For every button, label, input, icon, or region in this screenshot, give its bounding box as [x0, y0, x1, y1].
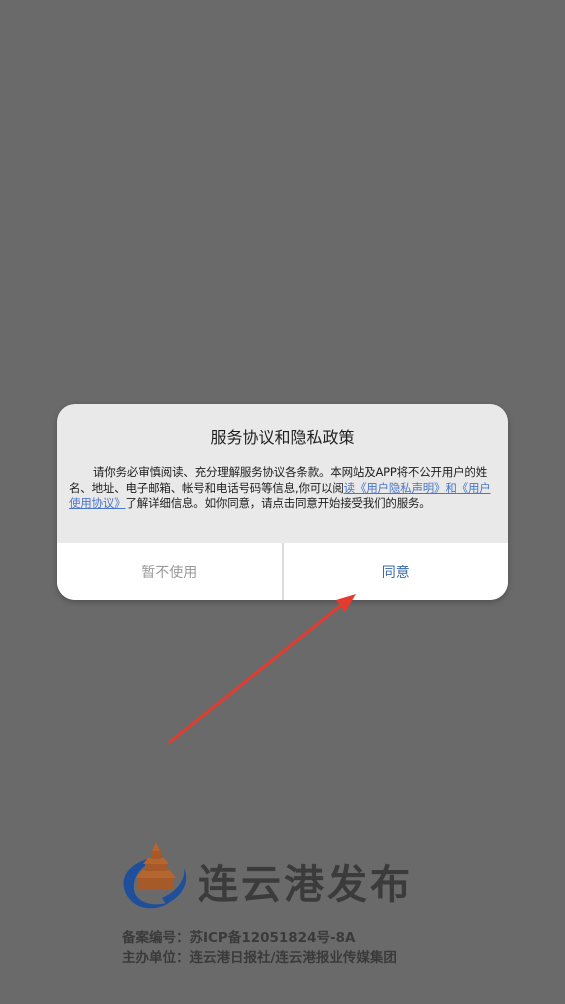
app-logo: 连云港发布	[118, 840, 448, 920]
footer-info: 备案编号：苏ICP备12051824号-8A 主办单位：连云港日报社/连云港报业…	[122, 928, 397, 968]
link-and[interactable]: 和	[445, 481, 457, 495]
dialog-body: 请你务必审慎阅读、充分理解服务协议各条款。本网站及APP将不公开用户的姓名、地址…	[69, 465, 497, 512]
pagoda-logo-icon	[123, 842, 187, 909]
logo-text: 连云港发布	[198, 862, 413, 908]
agree-button[interactable]: 同意	[284, 543, 509, 600]
dialog-title: 服务协议和隐私政策	[210, 428, 355, 447]
record-number: 备案编号：苏ICP备12051824号-8A	[122, 930, 356, 946]
host-organization: 主办单位：连云港日报社/连云港报业传媒集团	[122, 950, 397, 966]
decline-button[interactable]: 暂不使用	[57, 543, 282, 600]
dialog-buttons: 暂不使用 同意	[57, 543, 508, 600]
body-suffix: 了解详细信息。如你同意，请点击同意开始接受我们的服务。	[125, 496, 431, 510]
privacy-dialog: 服务协议和隐私政策 请你务必审慎阅读、充分理解服务协议各条款。本网站及APP将不…	[57, 404, 508, 600]
privacy-policy-link[interactable]: 读《用户隐私声明》	[344, 481, 446, 495]
